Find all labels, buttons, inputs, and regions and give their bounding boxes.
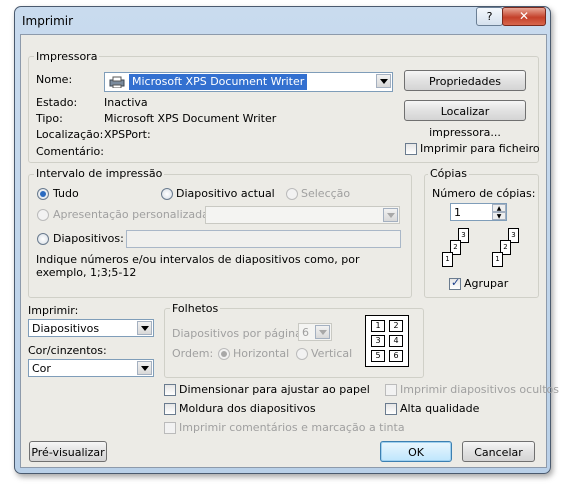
order-horizontal-label: Horizontal [233,347,290,360]
handout-slide-thumb: 6 [389,350,403,362]
printer-name-label: Nome: [36,73,73,86]
chevron-down-icon[interactable] [383,208,398,222]
print-comments-label: Imprimir comentários e marcação a tinta [179,421,405,434]
order-label: Ordem: [172,347,214,360]
high-quality-label: Alta qualidade [400,402,480,415]
scale-to-fit-label: Dimensionar para ajustar ao papel [179,383,370,396]
handout-slide-thumb: 2 [389,320,403,332]
sheet-icon: 1 [442,252,453,267]
print-comments-checkbox[interactable] [164,422,176,434]
range-slides-label: Diapositivos: [53,232,124,245]
collate-illustration-stack-1: 3 2 1 [432,228,477,270]
handout-layout-preview: 1 2 3 4 5 6 [365,315,409,367]
chevron-down-icon[interactable] [137,321,152,335]
range-custom-show-label: Apresentação personalizada: [53,208,213,221]
slides-range-input[interactable] [126,230,401,248]
printer-name-value: Microsoft XPS Document Writer [129,74,308,90]
printer-location-label: Localização: [36,128,104,141]
print-hidden-slides-checkbox[interactable] [385,384,397,396]
print-to-file-label: Imprimir para ficheiro [420,142,540,155]
copies-count-value: 1 [454,206,461,219]
range-selection-radio[interactable] [286,188,298,200]
collate-label: Agrupar [464,277,509,290]
range-slides-radio[interactable] [37,233,49,245]
copies-count-label: Número de cópias: [432,187,536,200]
slides-per-page-value: 6 [302,326,309,339]
handout-slide-thumb: 4 [389,335,403,347]
printer-icon [108,76,126,89]
copies-legend: Cópias [428,167,469,180]
slides-per-page-select[interactable]: 6 [298,323,332,341]
print-hidden-slides-label: Imprimir diapositivos ocultos [400,383,560,396]
spin-down-icon[interactable]: ▼ [492,212,506,220]
print-what-select[interactable]: Diapositivos [28,319,154,337]
high-quality-checkbox[interactable] [385,403,397,415]
spin-up-icon[interactable]: ▲ [492,204,506,212]
printer-location-value: XPSPort: [104,128,151,141]
range-custom-show-radio[interactable] [37,209,49,221]
copies-count-input[interactable]: 1 ▲ ▼ [450,203,507,221]
frame-slides-checkbox[interactable] [164,403,176,415]
printer-type-label: Tipo: [36,112,63,125]
chevron-down-icon[interactable] [376,74,391,88]
order-horizontal-radio[interactable] [218,348,230,360]
scale-to-fit-checkbox[interactable] [164,384,176,396]
printer-comment-label: Comentário: [36,145,104,158]
help-button[interactable]: ? [476,7,503,26]
color-mode-label: Cor/cinzentos: [28,344,107,357]
find-printer-button[interactable]: Localizar impressora... [404,100,526,139]
chevron-down-icon[interactable] [137,361,152,375]
range-hint-text: Indique números e/ou intervalos de diapo… [36,253,360,279]
frame-slides-label: Moldura dos diapositivos [179,402,316,415]
dialog-title: Imprimir [22,14,74,28]
chevron-down-icon[interactable] [315,325,330,339]
print-range-legend: Intervalo de impressão [34,167,165,180]
color-mode-value: Cor [32,362,51,375]
range-current-slide-radio[interactable] [161,188,173,200]
printer-group-legend: Impressora [34,50,100,63]
handout-slide-thumb: 1 [371,320,385,332]
range-all-radio[interactable] [37,188,49,200]
range-selection-label: Selecção [301,187,351,200]
collate-checkbox[interactable] [449,276,461,290]
range-current-slide-label: Diapositivo actual [176,187,275,200]
order-vertical-radio[interactable] [296,348,308,360]
collate-illustration-stack-2: 3 2 1 [474,228,519,270]
color-mode-select[interactable]: Cor [28,359,154,377]
print-what-label: Imprimir: [28,304,79,317]
printer-status-value: Inactiva [104,96,148,109]
printer-name-select[interactable]: Microsoft XPS Document Writer [104,72,393,92]
order-vertical-label: Vertical [311,347,353,360]
preview-button[interactable]: Pré-visualizar [29,441,107,462]
handouts-legend: Folhetos [170,302,221,315]
close-button[interactable]: ✕ [502,7,546,26]
ok-button[interactable]: OK [380,441,452,462]
printer-type-value: Microsoft XPS Document Writer [104,112,277,125]
handout-slide-thumb: 3 [371,335,385,347]
slides-per-page-label: Diapositivos por página: [172,327,306,340]
sheet-icon: 1 [492,252,503,267]
handout-slide-thumb: 5 [371,350,385,362]
cancel-button[interactable]: Cancelar [462,441,535,462]
range-all-label: Tudo [53,187,79,200]
custom-show-select[interactable] [205,206,400,224]
properties-button[interactable]: Propriedades [404,70,526,91]
print-what-value: Diapositivos [32,322,100,335]
print-to-file-checkbox[interactable] [405,143,417,155]
printer-status-label: Estado: [36,96,78,109]
